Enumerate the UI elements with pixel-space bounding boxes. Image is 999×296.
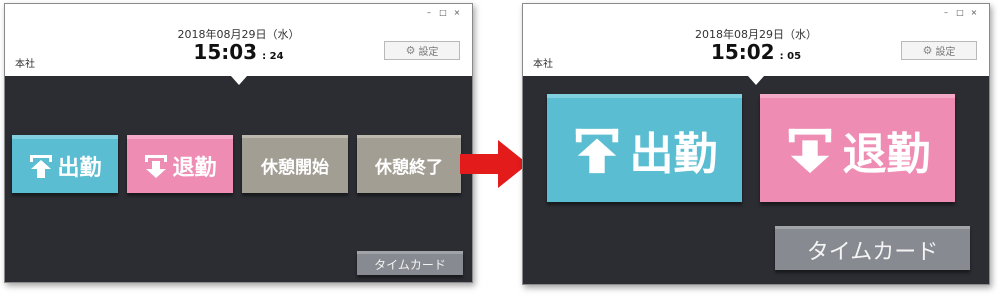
header-bar: – □ × 2018年08月29日（水） 15:02 : 05 本社 ⚙ 設定 bbox=[523, 4, 989, 76]
clock-hours-minutes: 15:02 bbox=[710, 40, 775, 64]
settings-label: 設定 bbox=[418, 47, 439, 58]
break-end-label: 休憩終了 bbox=[375, 158, 443, 178]
window-controls: – □ × bbox=[422, 8, 464, 17]
break-end-button[interactable]: 休憩終了 bbox=[357, 135, 461, 193]
time-clock-window-after: – □ × 2018年08月29日（水） 15:02 : 05 本社 ⚙ 設定 出勤… bbox=[522, 3, 990, 285]
window-controls: – □ × bbox=[939, 8, 981, 17]
clock-in-label: 出勤 bbox=[57, 156, 102, 181]
break-start-button[interactable]: 休憩開始 bbox=[242, 135, 348, 193]
maximize-button[interactable]: □ bbox=[436, 8, 450, 17]
clock-in-button[interactable]: 出勤 bbox=[547, 94, 742, 202]
clock-in-label: 出勤 bbox=[629, 129, 718, 180]
clock-out-label: 退勤 bbox=[172, 156, 217, 181]
clock-out-button[interactable]: 退勤 bbox=[760, 94, 955, 202]
red-arrow-icon bbox=[460, 140, 528, 188]
download-arrow-icon bbox=[788, 128, 831, 174]
maximize-button[interactable]: □ bbox=[953, 8, 967, 17]
clock-seconds: : 05 bbox=[779, 51, 802, 62]
upload-arrow-icon bbox=[575, 128, 618, 174]
clock-in-button[interactable]: 出勤 bbox=[12, 135, 118, 193]
settings-button[interactable]: ⚙ 設定 bbox=[901, 41, 977, 60]
clock-hours-minutes: 15:03 bbox=[193, 40, 258, 64]
time-clock-window-before: – □ × 2018年08月29日（水） 15:03 : 24 本社 ⚙ 設定 出勤… bbox=[4, 3, 473, 283]
download-arrow-icon bbox=[145, 155, 168, 178]
upload-arrow-icon bbox=[30, 155, 53, 178]
settings-button[interactable]: ⚙ 設定 bbox=[384, 41, 460, 60]
clock-out-button[interactable]: 退勤 bbox=[127, 135, 233, 193]
timecard-button[interactable]: タイムカード bbox=[775, 226, 970, 270]
timecard-label: タイムカード bbox=[806, 239, 939, 265]
break-start-label: 休憩開始 bbox=[261, 158, 329, 178]
header-bar: – □ × 2018年08月29日（水） 15:03 : 24 本社 ⚙ 設定 bbox=[5, 4, 472, 76]
company-name: 本社 bbox=[533, 59, 553, 70]
minimize-button[interactable]: – bbox=[939, 8, 953, 17]
timecard-label: タイムカード bbox=[374, 258, 446, 272]
clock-seconds: : 24 bbox=[262, 51, 284, 62]
gear-icon: ⚙ bbox=[922, 44, 933, 57]
header-pointer bbox=[230, 76, 247, 85]
timecard-button[interactable]: タイムカード bbox=[357, 251, 463, 275]
clock-out-label: 退勤 bbox=[842, 129, 931, 180]
close-button[interactable]: × bbox=[450, 8, 464, 17]
company-name: 本社 bbox=[15, 59, 35, 70]
gear-icon: ⚙ bbox=[405, 44, 416, 57]
settings-label: 設定 bbox=[935, 47, 956, 58]
close-button[interactable]: × bbox=[967, 8, 981, 17]
minimize-button[interactable]: – bbox=[422, 8, 436, 17]
header-pointer bbox=[748, 76, 764, 85]
